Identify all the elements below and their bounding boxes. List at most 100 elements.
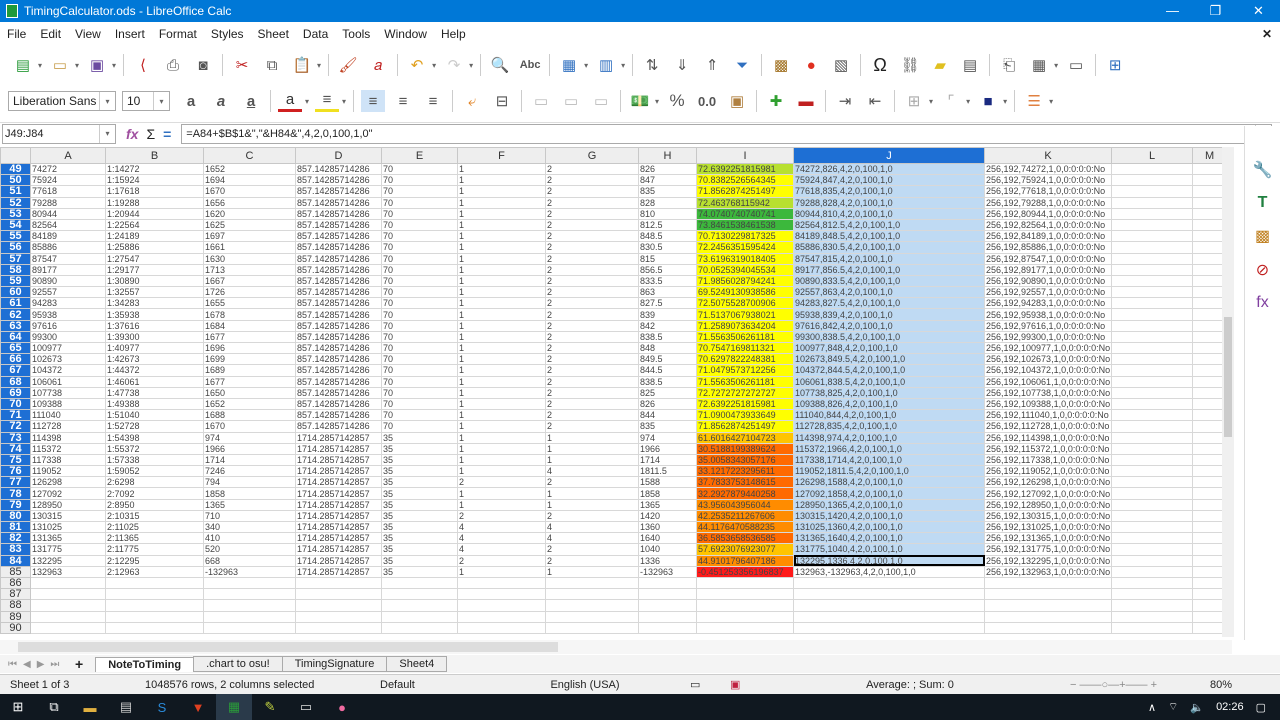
cell-e[interactable]: 35: [381, 543, 458, 556]
cell-b[interactable]: 2:8950: [105, 498, 204, 511]
cell-a[interactable]: 82564: [30, 218, 106, 232]
horizontal-scrollbar[interactable]: [0, 640, 1232, 654]
menu-edit[interactable]: Edit: [33, 27, 68, 41]
cell-l[interactable]: [1111, 297, 1194, 310]
cell-l[interactable]: [1111, 420, 1194, 433]
cell-g[interactable]: 4: [545, 465, 639, 478]
cell-g[interactable]: [545, 621, 639, 634]
cell-c[interactable]: 1858: [203, 487, 296, 500]
cell-i[interactable]: -0.451253356196837: [696, 565, 794, 578]
cell-k[interactable]: 256,192,112728,1,0,0:0:0:0:No: [983, 420, 1113, 433]
scroll-thumb[interactable]: [1224, 317, 1232, 437]
cell-e[interactable]: 70: [381, 241, 458, 254]
cell-k[interactable]: 256,192,77618,1,0,0:0:0:0:No: [983, 185, 1113, 198]
cell-c[interactable]: [203, 621, 296, 634]
cell-a[interactable]: 85886: [30, 241, 106, 254]
cell-c[interactable]: 1620: [203, 207, 296, 220]
cell-j[interactable]: 109388,826,4,2,0,100,1,0: [793, 397, 985, 411]
cell-c[interactable]: 1656: [203, 196, 296, 209]
align-right-icon[interactable]: ≡: [421, 90, 445, 112]
cell-b[interactable]: 2:12295: [105, 554, 204, 567]
cell-g[interactable]: 1: [545, 498, 639, 511]
cell-e[interactable]: [381, 621, 458, 634]
bold-icon[interactable]: a: [179, 90, 203, 112]
cell-d[interactable]: 1714.2857142857: [295, 565, 382, 578]
row-header[interactable]: 63: [0, 319, 31, 332]
cell-k[interactable]: 256,192,131775,1,0,0:0:0:0:No: [983, 543, 1113, 556]
delete-decimal-icon[interactable]: ▬: [794, 90, 818, 112]
start-icon[interactable]: ⊞: [0, 694, 36, 720]
sheet-tab[interactable]: .chart to osu!: [193, 656, 283, 672]
cell-b[interactable]: 1:39300: [105, 330, 204, 344]
cell-e[interactable]: 70: [381, 274, 458, 288]
cell-g[interactable]: 2: [545, 241, 639, 254]
cell-i[interactable]: 69.5249130938586: [696, 286, 794, 299]
cell-f[interactable]: 1: [457, 185, 546, 198]
cell-e[interactable]: 70: [381, 353, 458, 366]
row-header[interactable]: 87: [0, 588, 31, 601]
cell-c[interactable]: 1652: [203, 162, 296, 176]
cell-f[interactable]: 1: [457, 375, 546, 388]
cell-f[interactable]: 2: [457, 509, 546, 523]
cell-c[interactable]: 1726: [203, 286, 296, 299]
cell-b[interactable]: 1:25886: [105, 241, 204, 254]
cell-g[interactable]: 2: [545, 174, 639, 187]
cell-j[interactable]: [793, 621, 985, 634]
cell-h[interactable]: 842: [638, 319, 697, 332]
cell-h[interactable]: 812.5: [638, 218, 697, 232]
file-explorer-icon[interactable]: ▬: [72, 694, 108, 720]
cell-e[interactable]: 70: [381, 409, 458, 422]
new-document-icon[interactable]: ▤: [11, 54, 35, 76]
cell-g[interactable]: 2: [545, 286, 639, 299]
cell-c[interactable]: 1670: [203, 185, 296, 198]
cell-e[interactable]: 70: [381, 308, 458, 321]
cell-c[interactable]: -132963: [203, 565, 296, 578]
cell-f[interactable]: 1: [457, 174, 546, 187]
editor-icon[interactable]: ✎: [252, 694, 288, 720]
cell-i[interactable]: 30.5188199389624: [696, 442, 794, 455]
cell-i[interactable]: [696, 610, 794, 623]
notepad-icon[interactable]: ▤: [108, 694, 144, 720]
redo-icon[interactable]: ↷: [442, 54, 466, 76]
cell-i[interactable]: 71.5563506261181: [696, 375, 794, 388]
cell-d[interactable]: 857.14285714286: [295, 341, 382, 355]
cell-c[interactable]: 1689: [203, 364, 296, 377]
cell-f[interactable]: 1: [457, 498, 546, 511]
cell-i[interactable]: 43.956043956044: [696, 498, 794, 511]
special-character-icon[interactable]: Ω: [868, 54, 892, 76]
skype-icon[interactable]: S: [144, 694, 180, 720]
cell-e[interactable]: 70: [381, 252, 458, 265]
osu-icon[interactable]: ●: [324, 694, 360, 720]
cell-a[interactable]: 109388: [30, 397, 106, 411]
volume-icon[interactable]: 🔈: [1190, 701, 1204, 714]
row-header[interactable]: 68: [0, 375, 31, 388]
cell-h[interactable]: -132963: [638, 565, 697, 578]
column-header-c[interactable]: C: [203, 147, 296, 164]
cell-c[interactable]: 1677: [203, 375, 296, 388]
cell-d[interactable]: 857.14285714286: [295, 297, 382, 310]
cell-a[interactable]: 74272: [30, 162, 106, 176]
cell-g[interactable]: 2: [545, 252, 639, 265]
cell-e[interactable]: 35: [381, 520, 458, 534]
cell-h[interactable]: [638, 621, 697, 634]
column-header-h[interactable]: H: [638, 147, 697, 164]
cell-h[interactable]: 835: [638, 420, 697, 433]
cell-j[interactable]: 80944,810,4,2,0,100,1,0: [793, 207, 985, 220]
cell-h[interactable]: 838.5: [638, 375, 697, 388]
gallery-icon[interactable]: ▩: [1255, 226, 1270, 246]
menu-insert[interactable]: Insert: [108, 27, 152, 41]
cell-g[interactable]: 2: [545, 409, 639, 422]
cell-j[interactable]: [793, 588, 985, 601]
cell-c[interactable]: 1630: [203, 252, 296, 265]
cell-e[interactable]: 70: [381, 207, 458, 220]
cell-a[interactable]: 127092: [30, 487, 106, 500]
cell-h[interactable]: [638, 588, 697, 601]
notifications-icon[interactable]: ▢: [1256, 701, 1266, 714]
cell-b[interactable]: 1:52728: [105, 420, 204, 433]
cell-c[interactable]: 1688: [203, 409, 296, 422]
cell-i[interactable]: 72.7272727272727: [696, 386, 794, 399]
cell-b[interactable]: 1:20944: [105, 207, 204, 220]
cell-g[interactable]: 2: [545, 263, 639, 276]
cell-e[interactable]: 70: [381, 341, 458, 355]
cell-f[interactable]: 1: [457, 297, 546, 310]
